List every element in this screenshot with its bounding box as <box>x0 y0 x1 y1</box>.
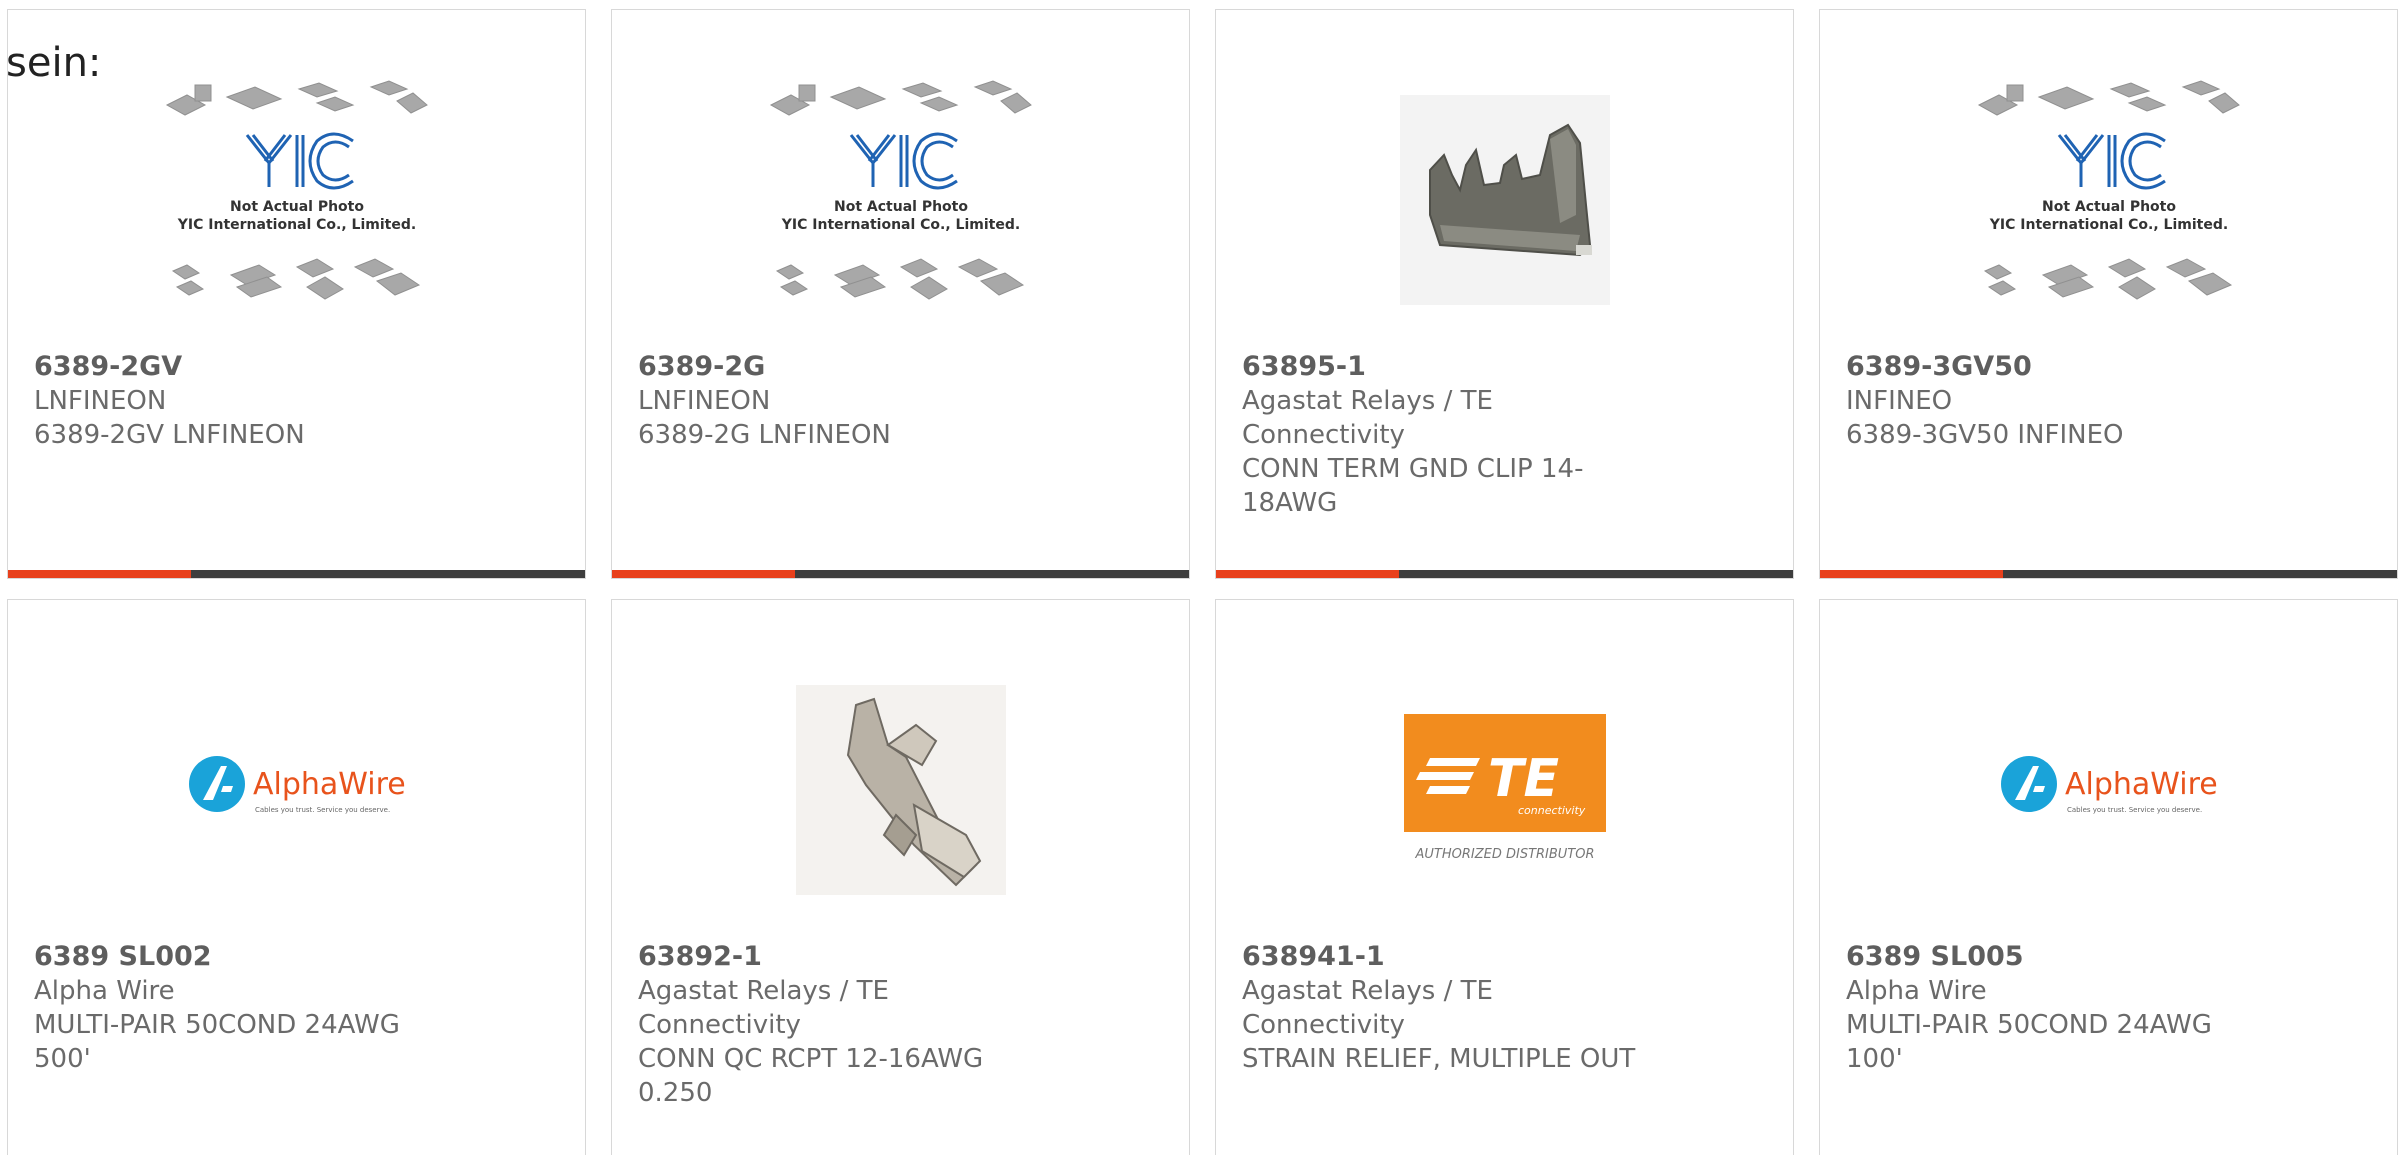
part-number[interactable]: 6389 SL005 <box>1846 940 2266 974</box>
product-image: Not Actual Photo YIC International Co., … <box>8 50 585 350</box>
part-number[interactable]: 6389-2G <box>638 350 1058 384</box>
product-info: 6389 SL002 Alpha Wire MULTI-PAIR 50COND … <box>34 940 454 1076</box>
svg-text:AlphaWire: AlphaWire <box>2065 767 2218 802</box>
yic-placeholder-icon: Not Actual Photo YIC International Co., … <box>165 80 428 300</box>
description-line-1: CONN TERM GND CLIP 14- <box>1242 454 1584 484</box>
alphawire-logo-icon: AlphaWire Cables you trust. Service you … <box>2000 756 2218 814</box>
accent-stripe <box>1216 570 1399 578</box>
svg-text:AlphaWire: AlphaWire <box>253 767 406 802</box>
product-card[interactable]: Not Actual Photo YIC International Co., … <box>1819 9 2398 579</box>
manufacturer: INFINEO <box>1846 386 1953 416</box>
manufacturer: LNFINEON <box>34 386 167 416</box>
part-number[interactable]: 63892-1 <box>638 940 1058 974</box>
alphawire-logo-icon: AlphaWire Cables you trust. Service you … <box>188 756 406 814</box>
product-card[interactable]: AlphaWire Cables you trust. Service you … <box>1819 599 2398 1155</box>
svg-text:Not Actual Photo: Not Actual Photo <box>230 199 364 215</box>
product-info: 6389 SL005 Alpha Wire MULTI-PAIR 50COND … <box>1846 940 2266 1076</box>
product-info: 63892-1 Agastat Relays / TE Connectivity… <box>638 940 1058 1110</box>
manufacturer: Alpha Wire <box>34 976 175 1006</box>
svg-text:connectivity: connectivity <box>1518 804 1586 817</box>
manufacturer: LNFINEON <box>638 386 771 416</box>
card-bottom-bar <box>8 570 585 578</box>
product-info: 6389-3GV50 INFINEO 6389-3GV50 INFINEO <box>1846 350 2266 452</box>
svg-text:Not Actual Photo: Not Actual Photo <box>834 199 968 215</box>
part-number[interactable]: 6389-3GV50 <box>1846 350 2266 384</box>
svg-text:YIC International Co., Limited: YIC International Co., Limited. <box>780 217 1019 233</box>
description: CONN QC RCPT 12-16AWG 0.250 <box>638 1044 984 1108</box>
page: sein: Not Actual Photo YIC International… <box>0 0 2400 1155</box>
description-line-2: 100' <box>1846 1044 1903 1074</box>
product-image <box>1216 50 1793 350</box>
product-card[interactable]: 63895-1 Agastat Relays / TE Connectivity… <box>1215 9 1794 579</box>
svg-text:Cables you trust. Service you: Cables you trust. Service you deserve. <box>255 806 390 814</box>
description: 6389-3GV50 INFINEO <box>1846 420 2124 450</box>
product-image: AlphaWire Cables you trust. Service you … <box>1820 640 2397 940</box>
part-number[interactable]: 6389-2GV <box>34 350 454 384</box>
manufacturer: Agastat Relays / TE Connectivity <box>1242 976 1493 1040</box>
accent-stripe <box>1820 570 2003 578</box>
product-image: TE connectivity AUTHORIZED DISTRIBUTOR <box>1216 640 1793 940</box>
product-card[interactable]: 63892-1 Agastat Relays / TE Connectivity… <box>611 599 1190 1155</box>
card-bottom-bar <box>1820 570 2397 578</box>
product-image: Not Actual Photo YIC International Co., … <box>1820 50 2397 350</box>
product-info: 6389-2GV LNFINEON 6389-2GV LNFINEON <box>34 350 454 452</box>
product-card[interactable]: Not Actual Photo YIC International Co., … <box>611 9 1190 579</box>
description: 6389-2G LNFINEON <box>638 420 891 450</box>
product-info: 6389-2G LNFINEON 6389-2G LNFINEON <box>638 350 1058 452</box>
product-image <box>612 640 1189 940</box>
intro-text: sein: <box>6 40 102 86</box>
description-line-2: 500' <box>34 1044 91 1074</box>
svg-text:TE: TE <box>1488 749 1559 809</box>
part-number[interactable]: 6389 SL002 <box>34 940 454 974</box>
svg-text:YIC International Co., Limited: YIC International Co., Limited. <box>1988 217 2227 233</box>
svg-text:YIC International Co., Limited: YIC International Co., Limited. <box>176 217 415 233</box>
product-grid: Not Actual Photo YIC International Co., … <box>7 9 2398 1155</box>
product-info: 63895-1 Agastat Relays / TE Connectivity… <box>1242 350 1662 520</box>
product-image: AlphaWire Cables you trust. Service you … <box>8 640 585 940</box>
description: 6389-2GV LNFINEON <box>34 420 305 450</box>
description: STRAIN RELIEF, MULTIPLE OUT <box>1242 1044 1636 1074</box>
ground-clip-icon <box>1399 95 1610 305</box>
part-number[interactable]: 638941-1 <box>1242 940 1662 974</box>
description-line-2: 18AWG <box>1242 488 1338 518</box>
product-card[interactable]: TE connectivity AUTHORIZED DISTRIBUTOR 6… <box>1215 599 1794 1155</box>
product-info: 638941-1 Agastat Relays / TE Connectivit… <box>1242 940 1662 1076</box>
description-line-1: MULTI-PAIR 50COND 24AWG <box>1846 1010 2212 1040</box>
svg-text:AUTHORIZED DISTRIBUTOR: AUTHORIZED DISTRIBUTOR <box>1414 847 1594 862</box>
accent-stripe <box>612 570 795 578</box>
manufacturer: Agastat Relays / TE Connectivity <box>638 976 889 1040</box>
te-connectivity-logo-icon: TE connectivity AUTHORIZED DISTRIBUTOR <box>1403 714 1606 862</box>
product-card[interactable]: AlphaWire Cables you trust. Service you … <box>7 599 586 1155</box>
description-line-1: MULTI-PAIR 50COND 24AWG <box>34 1010 400 1040</box>
yic-placeholder-icon: Not Actual Photo YIC International Co., … <box>1977 80 2240 300</box>
manufacturer: Alpha Wire <box>1846 976 1987 1006</box>
card-bottom-bar <box>1216 570 1793 578</box>
manufacturer: Agastat Relays / TE Connectivity <box>1242 386 1493 450</box>
product-card[interactable]: Not Actual Photo YIC International Co., … <box>7 9 586 579</box>
receptacle-terminal-icon <box>795 685 1006 895</box>
part-number[interactable]: 63895-1 <box>1242 350 1662 384</box>
yic-placeholder-icon: Not Actual Photo YIC International Co., … <box>769 80 1032 300</box>
accent-stripe <box>8 570 191 578</box>
svg-text:Not Actual Photo: Not Actual Photo <box>2042 199 2176 215</box>
card-bottom-bar <box>612 570 1189 578</box>
product-image: Not Actual Photo YIC International Co., … <box>612 50 1189 350</box>
svg-text:Cables you trust. Service you: Cables you trust. Service you deserve. <box>2067 806 2202 814</box>
